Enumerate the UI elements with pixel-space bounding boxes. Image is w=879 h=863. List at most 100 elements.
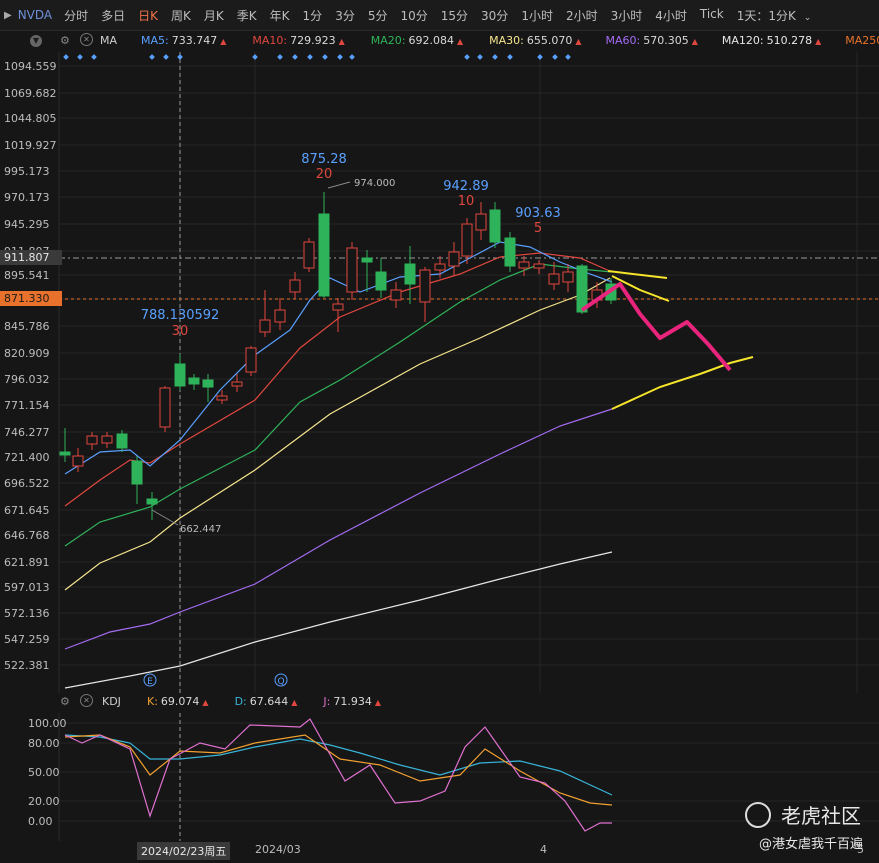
up-arrow-icon: ▲ <box>338 37 345 46</box>
up-arrow-icon: ▲ <box>691 37 698 46</box>
high2-price-label: 942.89 <box>443 179 489 194</box>
close-icon[interactable]: ✕ <box>80 694 93 707</box>
period-dropdown[interactable]: 1天：1分K ⌄ <box>737 7 812 24</box>
kdj-label: D: <box>234 695 247 708</box>
tab-12[interactable]: 30分 <box>481 7 508 24</box>
ma-indicator-label[interactable]: MA <box>100 34 117 47</box>
kdj-line-2 <box>64 718 612 832</box>
tab-10[interactable]: 10分 <box>400 7 427 24</box>
ma-item-1: MA10: 729.923 ▲ <box>252 34 344 47</box>
candle-body <box>548 273 560 285</box>
price-tick: 820.909 <box>4 347 50 360</box>
candle-body <box>216 395 228 401</box>
up-arrow-icon: ▲ <box>220 37 227 46</box>
tab-13[interactable]: 1小时 <box>521 7 553 24</box>
candle-body <box>576 265 588 313</box>
candle-body <box>59 451 71 456</box>
tab-7[interactable]: 1分 <box>303 7 323 24</box>
tab-0[interactable]: 分时 <box>64 7 88 24</box>
candle-body <box>202 379 214 388</box>
price-tick: 1094.559 <box>4 60 57 73</box>
candle-body <box>448 251 460 267</box>
candle-body <box>489 209 501 243</box>
candle-body <box>390 289 402 301</box>
candle-body <box>361 257 373 263</box>
candle-body <box>303 241 315 269</box>
tab-16[interactable]: 4小时 <box>655 7 687 24</box>
ma-item-0: MA5: 733.747 ▲ <box>141 34 226 47</box>
period-dropdown-label: 1天：1分K <box>736 8 796 23</box>
tab-1[interactable]: 多日 <box>101 7 125 24</box>
up-arrow-icon: ▲ <box>456 37 464 46</box>
high3-price-label: 903.63 <box>515 206 561 221</box>
candle-body <box>231 381 243 387</box>
chevron-right-icon: ▶ <box>4 9 12 21</box>
kdj-value: 67.644 <box>249 695 289 708</box>
tiger-logo-icon <box>745 801 771 828</box>
settings-icon[interactable]: ⚙ <box>60 34 70 47</box>
price-tick: 771.154 <box>4 399 50 412</box>
tab-17[interactable]: Tick <box>700 7 724 24</box>
tab-4[interactable]: 月K <box>204 7 224 24</box>
close-icon[interactable]: ✕ <box>80 33 93 46</box>
candle-body <box>318 213 330 297</box>
ma-label: MA120: <box>721 34 764 47</box>
tab-14[interactable]: 2小时 <box>566 7 598 24</box>
tab-11[interactable]: 15分 <box>441 7 468 24</box>
kdj-item-1: D: 67.644 ▲ <box>235 695 298 708</box>
ma-item-2: MA20: 692.084 ▲ <box>371 34 463 47</box>
candle-body <box>461 223 473 257</box>
ma-value: 692.084 <box>408 34 454 47</box>
price-tick: 572.136 <box>4 607 50 620</box>
tab-3[interactable]: 周K <box>171 7 191 24</box>
candle-body <box>434 263 446 271</box>
high1-price-label: 875.28 <box>301 152 347 167</box>
x-label-march: 2024/03 <box>255 843 301 856</box>
tab-15[interactable]: 3小时 <box>611 7 643 24</box>
kdj-indicator-label[interactable]: KDJ <box>102 695 121 708</box>
collapse-icon[interactable]: ▼ <box>30 35 42 47</box>
symbol-selector[interactable]: ▶ NVDA <box>4 8 52 22</box>
candle-body <box>101 435 113 444</box>
candle-body <box>274 309 286 323</box>
tab-2[interactable]: 日K <box>138 7 158 24</box>
candle-body <box>131 460 143 485</box>
ma-label: MA250: <box>845 34 879 47</box>
kdj-tick: 50.00 <box>28 766 60 779</box>
kdj-values: K: 69.074 ▲ D: 67.644 ▲ J: 71.934 ▲ <box>147 695 407 708</box>
crosshair-date: 2024/02/23周五 <box>137 842 231 860</box>
dash-price-tag: 911.807 <box>0 250 62 265</box>
ma-item-3: MA30: 655.070 ▲ <box>489 34 581 47</box>
tab-9[interactable]: 5分 <box>368 7 388 24</box>
up-arrow-icon: ▲ <box>575 37 582 46</box>
ma-value: 510.278 <box>766 34 813 47</box>
top-toolbar: ▶ NVDA 分时 多日 日K 周K 月K 季K 年K 1分 3分 5分 10分 15分 30分 1小时 2… <box>0 0 879 31</box>
tab-5[interactable]: 季K <box>237 7 257 24</box>
ma-value: 570.305 <box>643 34 689 47</box>
candle-body <box>419 269 431 303</box>
kdj-legend-bar: ⚙ ✕ KDJ K: 69.074 ▲ D: 67.644 ▲ J: 71.934 ▲ <box>0 693 879 713</box>
earnings-marker[interactable]: E <box>147 677 153 687</box>
candle-body <box>332 303 344 311</box>
candle-body <box>72 455 84 467</box>
candle-body <box>533 263 545 269</box>
price-tick: 746.277 <box>4 426 50 439</box>
price-tick: 621.891 <box>4 556 50 569</box>
settings-icon[interactable]: ⚙ <box>60 695 70 708</box>
candle-body <box>504 237 516 267</box>
watermark-brand: 老虎社区 <box>781 804 861 828</box>
ma-label: MA60: <box>605 34 641 47</box>
x-label-april: 4 <box>540 843 547 856</box>
q-marker[interactable]: Q <box>277 677 284 687</box>
tab-6[interactable]: 年K <box>270 7 290 24</box>
up-arrow-icon: ▲ <box>374 698 382 707</box>
high1-mark: 974.000 <box>354 178 395 189</box>
price-tick: 995.173 <box>4 165 50 178</box>
ma-value: 733.747 <box>171 34 218 47</box>
ma-value: 729.923 <box>290 34 336 47</box>
tab-8[interactable]: 3分 <box>335 7 355 24</box>
candle-body <box>346 247 358 293</box>
period-tabs: 分时 多日 日K 周K 月K 季K 年K 1分 3分 5分 10分 15分 30分 1小时 2小时 3小时 4小… <box>64 7 737 24</box>
price-chart[interactable]: 1094.559 1069.682 1044.805 1019.927 995.173 9… <box>0 52 879 693</box>
price-tick: 522.381 <box>4 659 50 672</box>
